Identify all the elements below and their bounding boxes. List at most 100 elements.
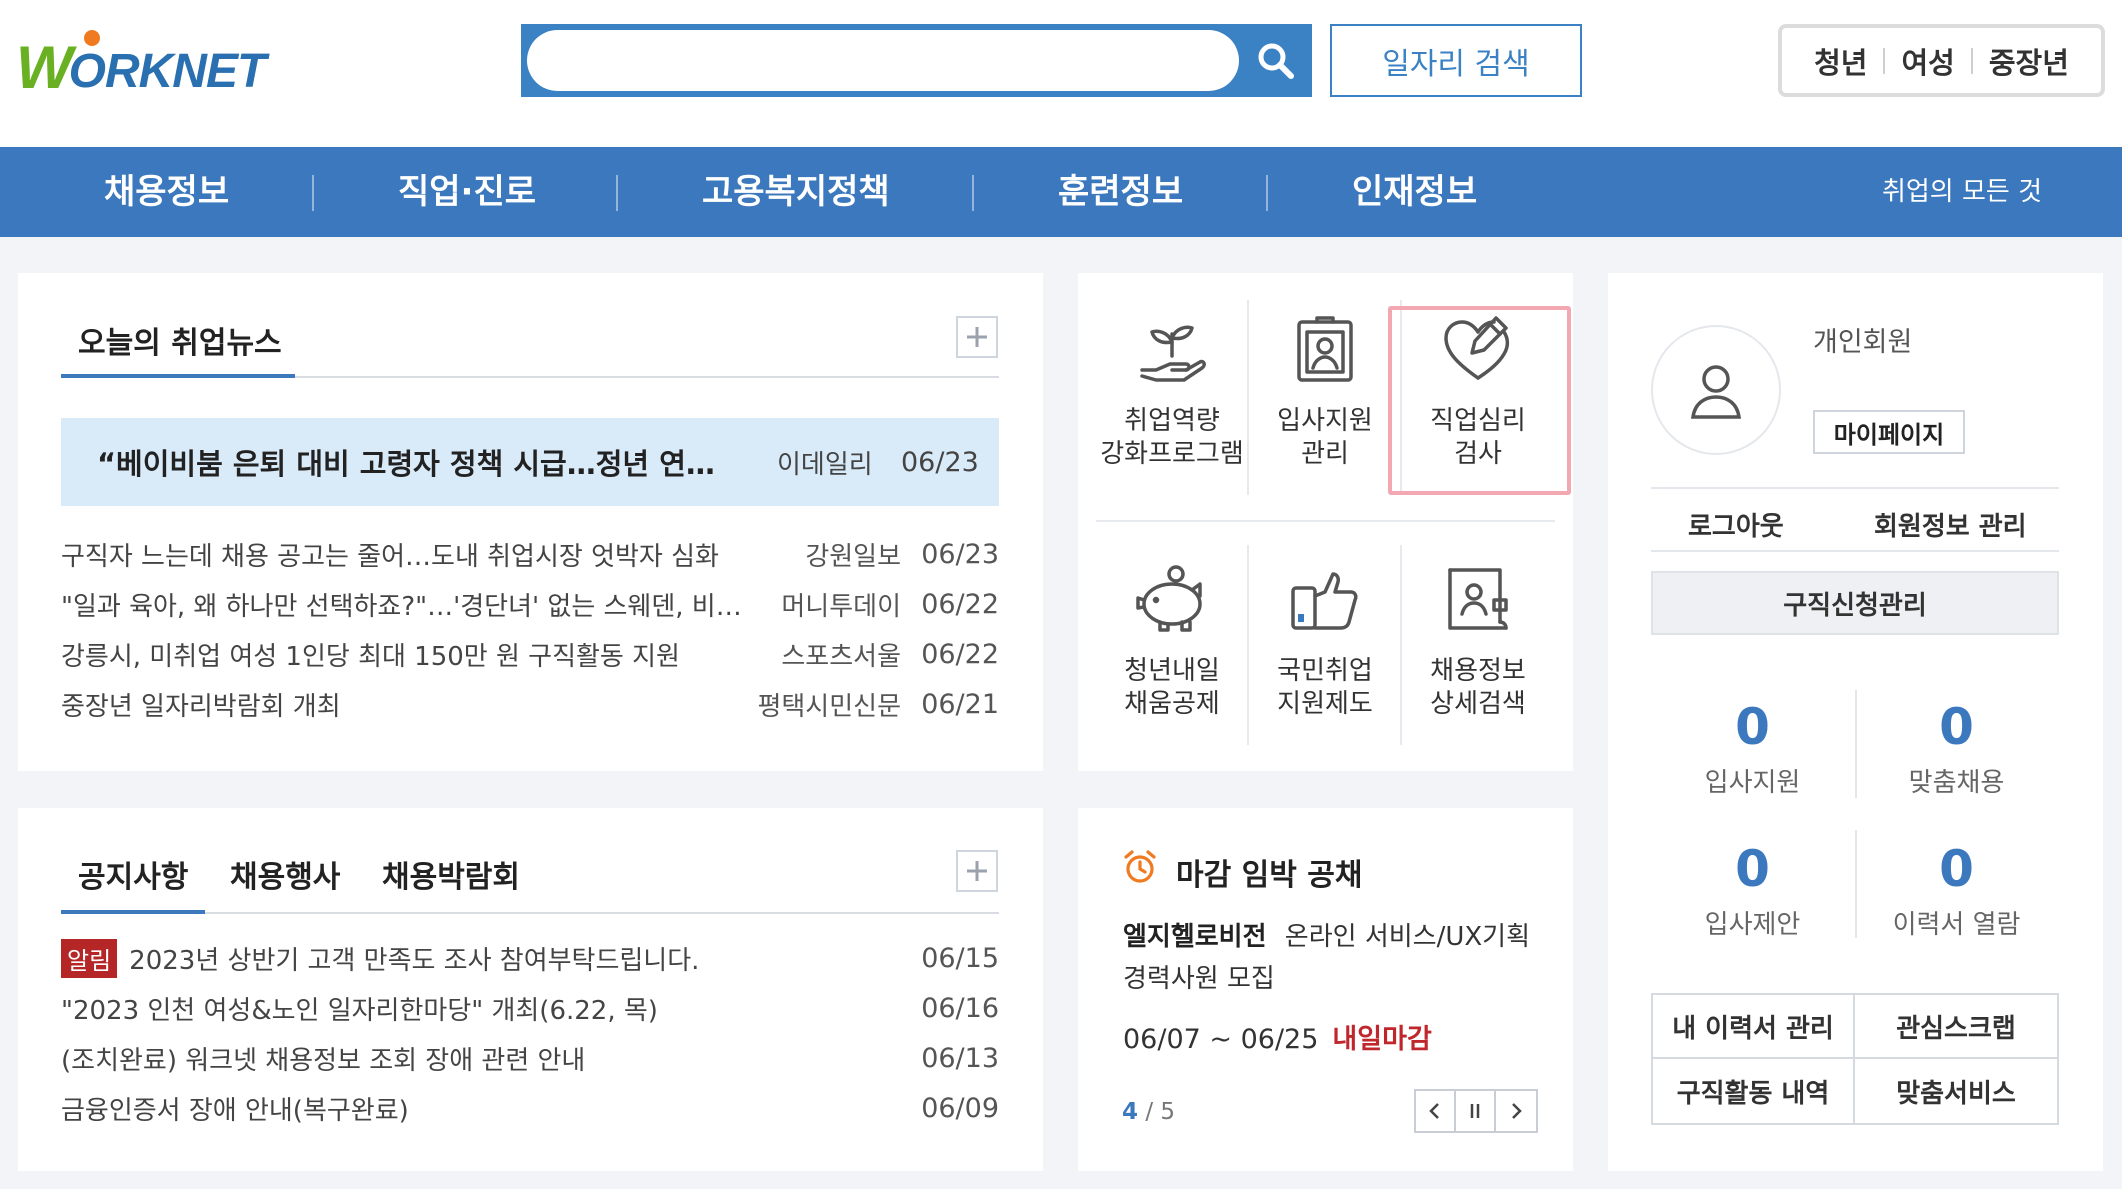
heart-pen-icon [1433,305,1523,395]
tab-notices[interactable]: 공지사항 [78,852,188,896]
tab-active-indicator [61,374,295,378]
notice-item-title: (조치완료) 워크넷 채용정보 조회 장애 관련 안내 [61,1045,586,1076]
news-headline[interactable]: “베이비붐 은퇴 대비 고령자 정책 시급…정년 연장… 이데일리 06/23 [61,418,999,506]
divider [1247,545,1249,745]
nav-item-welfare-policy[interactable]: 고용복지정책 [702,147,890,237]
news-item[interactable]: "일과 육아, 왜 하나만 선택하죠?"…'경단녀' 없는 스웨덴, 비… 머니… [61,582,999,626]
deadline-dates: 06/07 ~ 06/25 [1123,1024,1319,1055]
nav-item-talent[interactable]: 인재정보 [1352,147,1477,237]
news-item[interactable]: 중장년 일자리박람회 개최 평택시민신문 06/21 [61,682,999,726]
service-job-detail-search[interactable]: 채용정보 상세검색 [1406,555,1550,721]
service-national-employment-support[interactable]: 국민취업 지원제도 [1253,555,1397,721]
job-activity-link[interactable]: 구직활동 내역 [1653,1059,1855,1123]
worknet-logo[interactable]: W ORKNET [16,28,267,98]
id-card-icon [1280,305,1370,395]
stat-job-offers[interactable]: 0 입사제안 [1651,840,1854,941]
stat-matched-jobs[interactable]: 0 맞춤채용 [1855,698,2058,799]
divider [1247,300,1249,495]
news-item-source: 머니투데이 [781,591,901,622]
logout-link[interactable]: 로그아웃 [1688,506,1784,543]
tab-active-indicator [61,910,205,914]
stat-value: 0 [1735,840,1770,898]
news-item-title: "일과 육아, 왜 하나만 선택하죠?"…'경단녀' 없는 스웨덴, 비… [61,591,742,622]
my-resume-link[interactable]: 내 이력서 관리 [1653,995,1855,1059]
news-item-title: 구직자 느는데 채용 공고는 줄어…도내 취업시장 엇박자 심화 [61,541,719,572]
news-item[interactable]: 구직자 느는데 채용 공고는 줄어…도내 취업시장 엇박자 심화 강원일보 06… [61,532,999,576]
pause-button[interactable] [1456,1091,1496,1131]
deadline-period: 06/07 ~ 06/25 내일마감 [1123,1017,1432,1056]
news-item-date: 06/23 [921,538,999,570]
news-more-button[interactable] [956,316,998,358]
audience-women[interactable]: 여성 [1885,40,1970,82]
nav-divider [312,175,314,211]
nav-divider [1266,175,1268,211]
news-item-date: 06/22 [921,588,999,620]
plus-icon [967,861,987,881]
stat-value: 0 [1939,840,1974,898]
avatar [1651,325,1781,455]
notice-item[interactable]: (조치완료) 워크넷 채용정보 조회 장애 관련 안내 06/13 [61,1036,999,1080]
search-button[interactable] [1240,24,1312,97]
nav-all-about-jobs[interactable]: 취업의 모든 것 [1882,147,2042,237]
member-type: 개인회원 [1813,327,1913,358]
news-item-source: 스포츠서울 [781,641,901,672]
news-item-title: 중장년 일자리박람회 개최 [61,691,341,722]
news-item-source: 평택시민신문 [757,691,901,722]
notices-more-button[interactable] [956,850,998,892]
scrap-link[interactable]: 관심스크랩 [1855,995,2057,1059]
mypage-button[interactable]: 마이페이지 [1813,410,1965,454]
headline-date: 06/23 [901,446,979,478]
service-employment-capability[interactable]: 취업역량 강화프로그램 [1100,305,1244,471]
audience-youth[interactable]: 청년 [1798,40,1883,82]
nav-item-career[interactable]: 직업·진로 [398,147,536,237]
piggy-bank-icon [1127,555,1217,645]
search-input[interactable] [527,30,1239,91]
tab-recruit-events[interactable]: 채용행사 [230,852,340,896]
notice-item-title: 금융인증서 장애 안내(복구완료) [61,1095,409,1126]
notice-item[interactable]: "2023 인천 여성&노인 일자리한마당" 개최(6.22, 목) 06/16 [61,986,999,1030]
member-info-link[interactable]: 회원정보 관리 [1874,506,2027,543]
nav-divider [616,175,618,211]
notice-item[interactable]: 알림 2023년 상반기 고객 만족도 조사 참여부탁드립니다. 06/15 [61,936,999,980]
site-header: W ORKNET 일자리 검색 청년 여성 중장년 [0,0,2122,147]
nav-item-jobs[interactable]: 채용정보 [104,147,229,237]
audience-middle-aged[interactable]: 중장년 [1973,40,2085,82]
news-title[interactable]: 오늘의 취업뉴스 [78,318,282,362]
plus-icon [967,327,987,347]
next-button[interactable] [1496,1091,1536,1131]
main-nav: 채용정보 직업·진로 고용복지정책 훈련정보 인재정보 취업의 모든 것 [0,147,2122,237]
nav-divider [972,175,974,211]
stat-applications[interactable]: 0 입사지원 [1651,698,1854,799]
service-label: 입사지원 관리 [1277,406,1373,469]
divider [1651,550,2059,552]
news-item[interactable]: 강릉시, 미취업 여성 1인당 최대 150만 원 구직활동 지원 스포츠서울 … [61,632,999,676]
page-current: 4 [1122,1099,1139,1125]
prev-button[interactable] [1416,1091,1456,1131]
news-item-source: 강원일보 [805,541,901,572]
custom-service-link[interactable]: 맞춤서비스 [1855,1059,2057,1123]
divider [1855,830,1857,938]
service-label: 직업심리 검사 [1430,406,1526,469]
service-youth-savings[interactable]: 청년내일 채움공제 [1100,555,1244,721]
job-search-button[interactable]: 일자리 검색 [1330,24,1582,97]
service-label: 청년내일 채움공제 [1124,656,1220,719]
service-application-management[interactable]: 입사지원 관리 [1253,305,1397,471]
stat-label: 입사제안 [1704,910,1801,940]
notice-item[interactable]: 금융인증서 장애 안내(복구완료) 06/09 [61,1086,999,1130]
nav-item-training[interactable]: 훈련정보 [1058,147,1183,237]
stat-value: 0 [1735,698,1770,756]
pause-icon [1470,1104,1480,1118]
logo-text: ORKNET [68,45,267,98]
job-apply-management-button[interactable]: 구직신청관리 [1651,571,2059,635]
profile-scroll-icon [1433,555,1523,645]
headline-source: 이데일리 [777,449,873,480]
notice-item-date: 06/09 [921,1092,999,1124]
notice-item-date: 06/13 [921,1042,999,1074]
logo-w-mark: W [16,30,100,98]
deadline-job-posting[interactable]: 엘지헬로비전 온라인 서비스/UX기획 경력사원 모집 [1123,916,1553,1000]
notice-item-title: "2023 인천 여성&노인 일자리한마당" 개최(6.22, 목) [61,995,658,1026]
service-vocational-aptitude-test[interactable]: 직업심리 검사 [1406,305,1550,471]
deadline-title: 마감 임박 공채 [1176,858,1363,893]
tab-job-fairs[interactable]: 채용박람회 [382,852,520,896]
stat-resume-views[interactable]: 0 이력서 열람 [1855,840,2058,941]
